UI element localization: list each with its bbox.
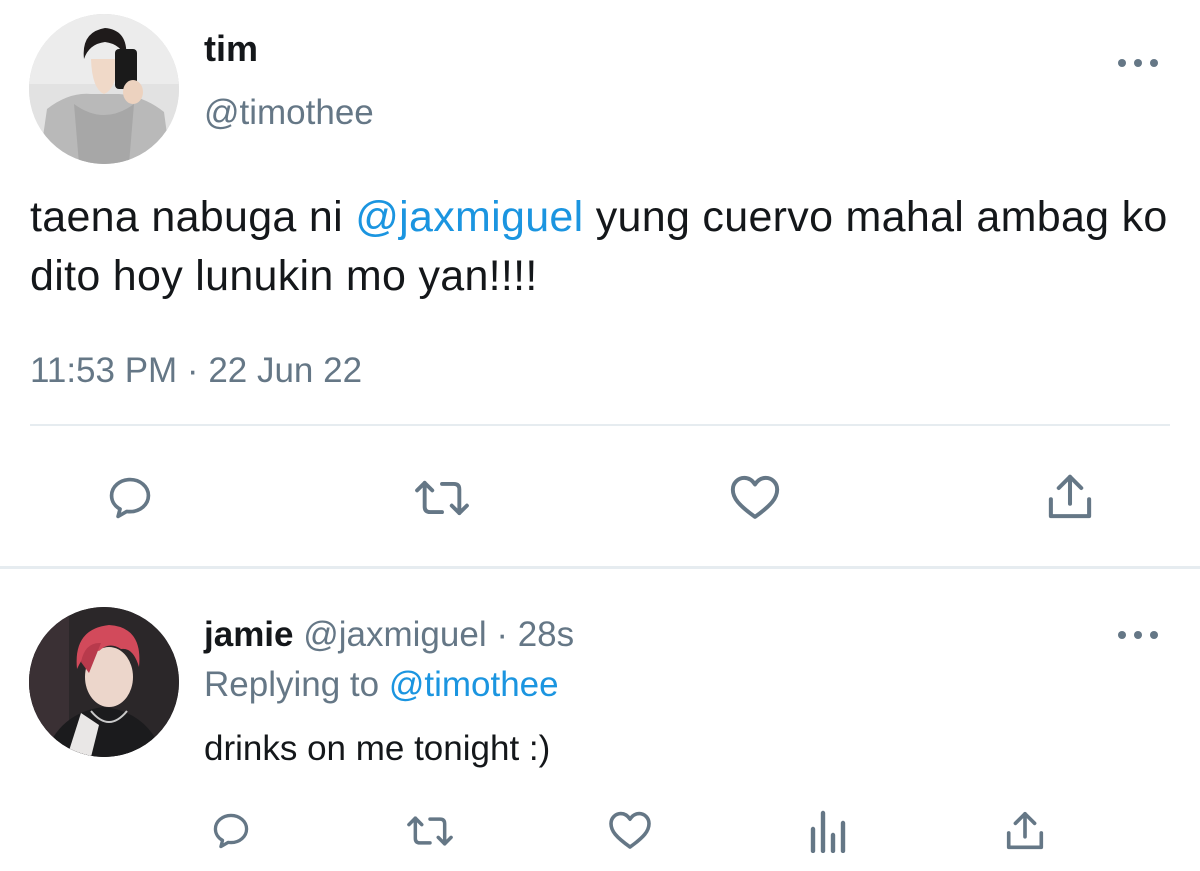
divider	[30, 424, 1170, 426]
share-icon	[1048, 474, 1092, 519]
author-name[interactable]: tim	[204, 26, 258, 72]
author-avatar[interactable]	[29, 14, 179, 164]
analytics-button[interactable]	[804, 806, 850, 856]
tweet-text-segment: taena nabuga ni	[30, 193, 356, 241]
replying-to-handle[interactable]: @timothee	[389, 665, 559, 704]
like-icon	[730, 475, 780, 519]
more-options-icon[interactable]	[1118, 55, 1158, 71]
reply-icon	[109, 477, 151, 519]
retweet-button[interactable]	[409, 468, 475, 528]
divider	[0, 566, 1200, 569]
reply-author-name[interactable]: jamie	[204, 615, 294, 654]
avatar-photo	[29, 14, 179, 164]
author-handle[interactable]: @timothee	[204, 90, 374, 136]
mention-link[interactable]: @jaxmiguel	[355, 193, 583, 241]
retweet-icon	[407, 816, 453, 846]
reply-button[interactable]	[100, 468, 160, 528]
share-icon	[1006, 811, 1044, 850]
replying-to: Replying to @timothee	[204, 662, 559, 708]
tweet-text: taena nabuga ni @jaxmiguel yung cuervo m…	[30, 188, 1180, 306]
replying-to-label: Replying to	[204, 665, 389, 704]
reply-text: drinks on me tonight :)	[204, 729, 551, 768]
retweet-icon	[415, 480, 469, 516]
like-button[interactable]	[604, 804, 656, 856]
share-button[interactable]	[1000, 806, 1050, 856]
retweet-button[interactable]	[402, 806, 458, 856]
analytics-icon	[810, 810, 846, 853]
avatar-photo	[29, 607, 179, 757]
reply-author-avatar[interactable]	[29, 607, 179, 757]
reply-button[interactable]	[206, 806, 256, 856]
like-button[interactable]	[724, 466, 786, 528]
reply-icon	[213, 813, 249, 849]
more-options-icon[interactable]	[1118, 627, 1158, 643]
share-button[interactable]	[1040, 466, 1100, 528]
reply-header: jamie @jaxmiguel · 28s	[204, 612, 574, 658]
tweet-timestamp[interactable]: 11:53 PM · 22 Jun 22	[30, 348, 362, 394]
reply-author-meta[interactable]: @jaxmiguel · 28s	[294, 615, 574, 654]
like-icon	[609, 811, 651, 849]
